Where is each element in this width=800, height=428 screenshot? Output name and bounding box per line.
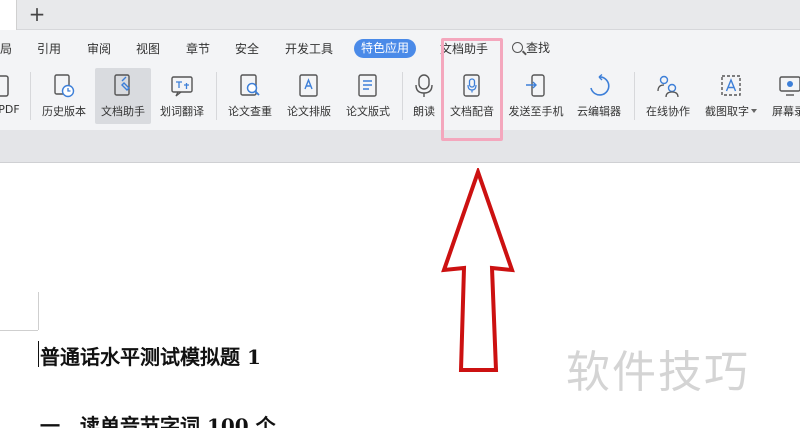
menu-item-reference[interactable]: 引用 — [37, 40, 61, 57]
screen-record-button[interactable]: 屏幕录 — [766, 68, 800, 124]
screenshot-ocr-button[interactable]: 截图取字 — [699, 68, 763, 124]
word-translate-button[interactable]: 划词翻译 — [154, 68, 210, 124]
paper-layout-button[interactable]: 论文版式 — [340, 68, 396, 124]
menu-item-developer[interactable]: 开发工具 — [285, 40, 333, 57]
menu-bar: 局 引用 审阅 视图 章节 安全 开发工具 特色应用 文档助手 查找 — [0, 30, 800, 66]
doc-dubbing-label: 文档配音 — [450, 105, 494, 118]
history-version-label: 历史版本 — [42, 105, 86, 118]
paper-layout-label: 论文版式 — [346, 105, 390, 118]
cloud-editor-label: 云编辑器 — [577, 105, 621, 118]
send-phone-icon — [526, 74, 545, 97]
menu-item-section[interactable]: 章节 — [186, 40, 210, 57]
doc-assistant-button[interactable]: 文档助手 — [95, 68, 151, 124]
doc-dubbing-button[interactable]: 文档配音 — [444, 68, 500, 124]
read-aloud-button[interactable]: 朗读 — [406, 68, 442, 124]
paper-format-icon — [299, 74, 318, 97]
ribbon-separator — [634, 72, 635, 120]
word-translate-label: 划词翻译 — [160, 105, 204, 118]
screen-record-icon — [779, 76, 800, 96]
online-collab-label: 在线协作 — [646, 105, 690, 118]
search-icon — [512, 42, 523, 53]
send-to-phone-label: 发送至手机 — [508, 105, 564, 118]
screen-record-label: 屏幕录 — [772, 105, 800, 118]
send-to-phone-button[interactable]: 发送至手机 — [503, 68, 569, 124]
ribbon-toolbar: PDF 历史版本 文档助手 划词翻译 论文查重 论文排版 论文版式 朗读 文档配… — [0, 66, 800, 130]
pdf-icon — [0, 75, 9, 97]
microphone-icon — [415, 74, 433, 97]
document-tab[interactable] — [0, 0, 17, 30]
doc-assistant-label: 文档助手 — [101, 105, 145, 118]
ribbon-separator — [30, 72, 31, 120]
menu-search-label: 查找 — [526, 41, 551, 55]
history-version-button[interactable]: 历史版本 — [36, 68, 92, 124]
text-cursor — [38, 341, 39, 367]
paper-check-label: 论文查重 — [228, 105, 272, 118]
doc-assistant-icon — [114, 74, 130, 96]
translate-icon — [171, 76, 193, 97]
menu-item-doc-assistant[interactable]: 文档助手 — [440, 40, 488, 57]
document-heading[interactable]: 一、读单音节字词 100 个 — [40, 410, 276, 428]
document-title[interactable]: 普通话水平测试模拟题 1 — [40, 341, 261, 370]
cloud-editor-icon — [590, 73, 610, 96]
doc-dubbing-icon — [463, 74, 480, 97]
paper-check-button[interactable]: 论文查重 — [222, 68, 278, 124]
tab-strip: + — [0, 0, 800, 30]
menu-search[interactable]: 查找 — [512, 39, 550, 56]
pdf-label: PDF — [0, 103, 20, 116]
plagiarism-check-icon — [240, 74, 260, 96]
read-aloud-label: 朗读 — [413, 105, 435, 118]
watermark: 软件技巧 — [566, 347, 750, 398]
screenshot-ocr-label: 截图取字 — [699, 103, 763, 119]
screenshot-ocr-icon — [721, 75, 741, 96]
pdf-button[interactable]: PDF — [0, 68, 24, 124]
menu-item-layout[interactable]: 局 — [0, 40, 12, 57]
ribbon-separator — [402, 72, 403, 120]
paper-format-button[interactable]: 论文排版 — [281, 68, 337, 124]
up-arrow-annotation — [441, 168, 515, 372]
cloud-editor-button[interactable]: 云编辑器 — [571, 68, 627, 124]
paper-layout-icon — [358, 74, 377, 97]
ribbon-separator — [216, 72, 217, 120]
online-collab-button[interactable]: 在线协作 — [640, 68, 696, 124]
ruler-band — [0, 130, 800, 162]
page-margin-marker — [0, 330, 38, 331]
collaborate-icon — [657, 75, 679, 98]
history-icon — [54, 74, 75, 98]
menu-item-review[interactable]: 审阅 — [87, 40, 111, 57]
menu-item-featured-apps[interactable]: 特色应用 — [354, 39, 416, 58]
paper-format-label: 论文排版 — [287, 105, 331, 118]
menu-item-security[interactable]: 安全 — [235, 40, 259, 57]
page-margin-marker — [38, 292, 39, 330]
menu-item-view[interactable]: 视图 — [136, 40, 160, 57]
chevron-down-icon[interactable] — [751, 109, 757, 113]
new-tab-button[interactable]: + — [26, 3, 48, 25]
